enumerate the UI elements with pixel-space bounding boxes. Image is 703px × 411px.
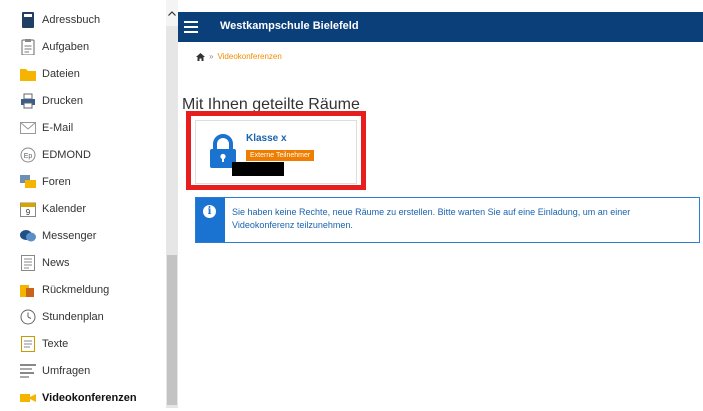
text-document-icon (20, 335, 36, 352)
sidebar-item-label: Videokonferenzen (42, 391, 137, 404)
sidebar-item-news[interactable]: News (0, 249, 166, 276)
sidebar-item-label: Rückmeldung (42, 283, 110, 296)
home-icon[interactable] (196, 52, 205, 61)
sidebar-item-messenger[interactable]: Messenger (0, 222, 166, 249)
sidebar-item-label: News (42, 256, 70, 269)
sidebar-item-email[interactable]: E-Mail (0, 114, 166, 141)
sidebar-item-videokonferenzen[interactable]: Videokonferenzen (0, 384, 166, 411)
sidebar-item-label: Texte (42, 337, 69, 350)
calendar-icon: 9 (20, 201, 36, 217)
chevron-up-icon (168, 10, 176, 16)
sidebar-scrollbar[interactable] (166, 0, 178, 408)
breadcrumb: » Videokonferenzen (196, 52, 282, 61)
scroll-thumb[interactable] (167, 255, 177, 405)
info-alert-bar: i (196, 198, 225, 242)
feedback-icon (20, 282, 36, 298)
info-alert: i Sie haben keine Rechte, neue Räume zu … (195, 197, 700, 243)
sidebar-item-foren[interactable]: Foren (0, 168, 166, 195)
breadcrumb-current[interactable]: Videokonferenzen (217, 52, 281, 61)
sidebar-item-texte[interactable]: Texte (0, 330, 166, 357)
sidebar-item-rueckmeldung[interactable]: Rückmeldung (0, 276, 166, 303)
sidebar-item-drucken[interactable]: Drucken (0, 87, 166, 114)
sidebar-item-aufgaben[interactable]: Aufgaben (0, 33, 166, 60)
chat-icon (20, 228, 36, 244)
school-title: Westkampschule Bielefeld (220, 20, 359, 32)
sidebar-item-edmond[interactable]: Ep EDMOND (0, 141, 166, 168)
sidebar-item-label: Foren (42, 175, 71, 188)
envelope-icon (20, 120, 36, 136)
sidebar-item-label: Drucken (42, 94, 83, 107)
breadcrumb-separator: » (209, 52, 214, 61)
scroll-up-button[interactable] (166, 0, 178, 26)
sidebar-item-label: Dateien (42, 67, 80, 80)
highlight-box (186, 111, 366, 190)
address-book-icon (20, 11, 36, 28)
sidebar-item-kalender[interactable]: 9 Kalender (0, 195, 166, 222)
menu-toggle-button[interactable] (184, 21, 198, 33)
clock-icon (20, 309, 36, 325)
sidebar-item-stundenplan[interactable]: Stundenplan (0, 303, 166, 330)
sidebar-item-label: Kalender (42, 202, 87, 215)
poll-icon (20, 363, 36, 379)
edmond-glyph: Ep (24, 153, 33, 160)
folder-icon (20, 66, 36, 82)
top-navbar: Westkampschule Bielefeld (178, 12, 703, 42)
info-icon: i (203, 205, 216, 218)
info-message: Sie haben keine Rechte, neue Räume zu er… (232, 207, 631, 230)
sidebar-item-label: Adressbuch (42, 13, 101, 26)
sidebar-item-label: Umfragen (42, 364, 91, 377)
sidebar-item-dateien[interactable]: Dateien (0, 60, 166, 87)
sidebar: Adressbuch Aufgaben Dateien Drucken E-Ma… (0, 0, 166, 408)
sidebar-item-label: Messenger (42, 229, 97, 242)
newspaper-icon (20, 254, 36, 271)
main-content: Westkampschule Bielefeld » Videokonferen… (178, 0, 703, 408)
clipboard-icon (20, 38, 36, 55)
sidebar-item-label: EDMOND (42, 148, 91, 161)
sidebar-item-label: Stundenplan (42, 310, 104, 323)
sidebar-item-label: E-Mail (42, 121, 74, 134)
sidebar-item-adressbuch[interactable]: Adressbuch (0, 6, 166, 33)
sidebar-item-label: Aufgaben (42, 40, 90, 53)
calendar-day: 9 (26, 208, 31, 217)
printer-icon (20, 93, 36, 109)
sidebar-item-umfragen[interactable]: Umfragen (0, 357, 166, 384)
video-camera-icon (20, 390, 36, 406)
forum-icon (20, 174, 36, 190)
edmond-icon: Ep (20, 147, 36, 163)
